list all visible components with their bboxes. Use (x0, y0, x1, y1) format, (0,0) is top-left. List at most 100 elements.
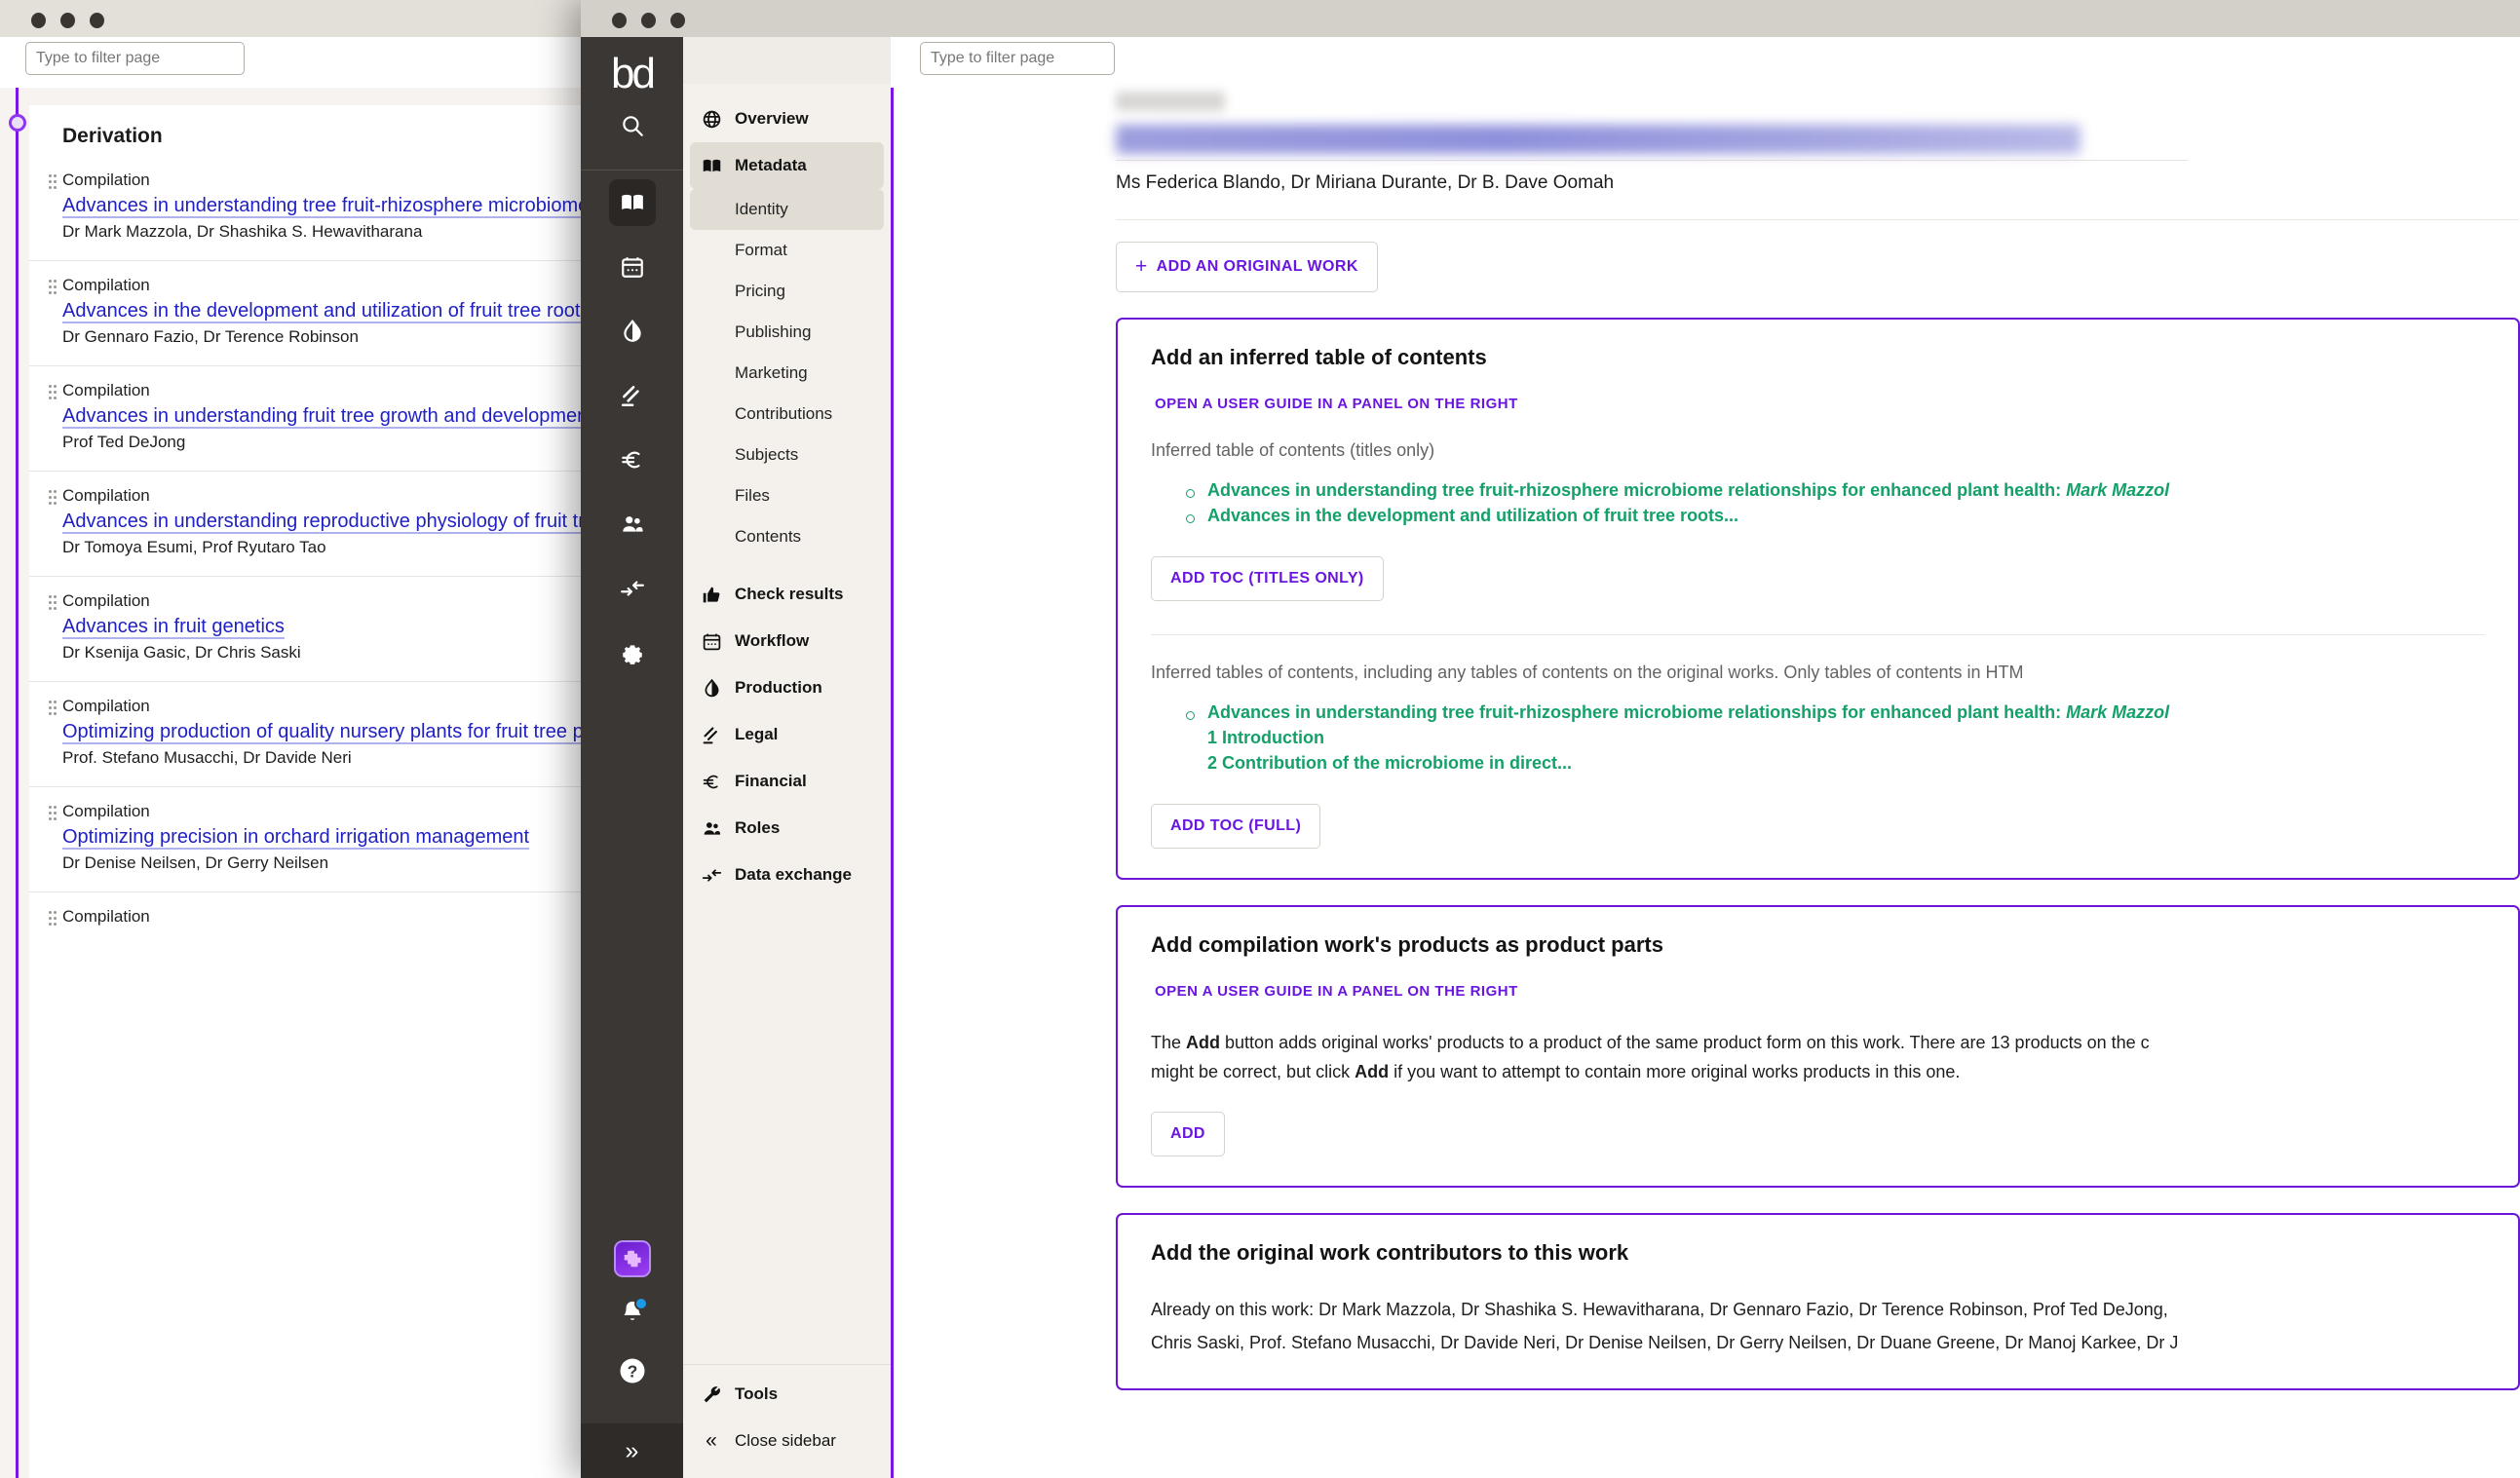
exchange-icon[interactable] (581, 556, 683, 621)
expand-icon[interactable]: » (581, 1423, 683, 1478)
gavel-icon[interactable] (581, 363, 683, 428)
para-part-1: The (1151, 1033, 1187, 1052)
calendar-icon (701, 630, 722, 652)
maximize-button[interactable] (670, 13, 685, 28)
toc-entry-author: Mark Mazzol (2066, 480, 2170, 500)
drag-handle-icon[interactable] (49, 174, 57, 190)
toc-entry-text: Advances in understanding tree fruit-rhi… (1207, 480, 2170, 500)
search-icon[interactable] (581, 94, 683, 158)
toc-child-entry: 2 Contribution of the microbiome in dire… (1207, 753, 1573, 773)
minimize-button[interactable] (641, 13, 656, 28)
para-bold-add-1: Add (1186, 1033, 1221, 1052)
nav-subitem-format[interactable]: Format (690, 230, 884, 271)
nav-gap (683, 557, 891, 571)
timeline-rail (16, 88, 19, 1478)
toc-full-label: Inferred tables of contents, including a… (1151, 663, 2024, 682)
para-bold-add-2: Add (1355, 1062, 1390, 1081)
page-filter-input[interactable] (920, 42, 1115, 75)
nav-item-metadata-label: Metadata (735, 156, 807, 174)
background-filter-input[interactable] (25, 42, 245, 75)
bell-icon[interactable] (619, 1297, 648, 1331)
nav-item-overview[interactable]: Overview (690, 95, 884, 142)
nav-item-financial[interactable]: Financial (690, 758, 884, 805)
para-part-4: if you want to attempt to contain more o… (1389, 1062, 1961, 1081)
drag-handle-icon[interactable] (49, 911, 57, 927)
people-icon (701, 817, 722, 839)
nav-item-data-exchange[interactable]: Data exchange (690, 852, 884, 898)
drag-handle-icon[interactable] (49, 385, 57, 400)
content-scroll-area[interactable]: Ms Federica Blando, Dr Miriana Durante, … (894, 88, 2520, 1478)
puzzle-icon[interactable] (613, 1240, 651, 1277)
nav-subitem-contents[interactable]: Contents (690, 516, 884, 557)
nav-subitem-publishing[interactable]: Publishing (690, 312, 884, 353)
card-title: Add the original work contributors to th… (1151, 1240, 1629, 1265)
close-button[interactable] (612, 13, 627, 28)
add-an-original-work-button[interactable]: + ADD AN ORIGINAL WORK (1116, 242, 1378, 292)
calendar-icon[interactable] (581, 235, 683, 299)
toc-titles-only-label: Inferred table of contents (titles only) (1151, 440, 1435, 460)
nav-item-roles[interactable]: Roles (690, 805, 884, 852)
drag-handle-icon[interactable] (49, 595, 57, 611)
nav-item-label: Roles (735, 818, 781, 837)
nav-item-check-results[interactable]: Check results (690, 571, 884, 618)
gavel-icon (701, 724, 722, 745)
drag-handle-icon[interactable] (49, 280, 57, 295)
icon-rail: bd ? » (581, 37, 683, 1478)
close-button[interactable] (31, 13, 46, 28)
open-user-guide-link[interactable]: OPEN A USER GUIDE IN A PANEL ON THE RIGH… (1155, 396, 1518, 412)
add-toc-full-label: ADD TOC (FULL) (1170, 817, 1302, 834)
nav-item-label: Data exchange (735, 865, 852, 884)
help-icon[interactable]: ? (618, 1356, 647, 1390)
nav-metadata-children: Identity Format Pricing Publishing Marketing… (683, 189, 891, 557)
gear-icon[interactable] (581, 621, 683, 685)
toc-titles-only-list: Advances in understanding tree fruit-rhi… (1184, 480, 2485, 526)
app-logo[interactable]: bd (611, 53, 656, 95)
maximize-button[interactable] (90, 13, 104, 28)
nav-subitem-label: Identity (735, 200, 788, 218)
add-button-label: ADD (1170, 1125, 1205, 1142)
add-button[interactable]: ADD (1151, 1112, 1225, 1156)
nav-subitem-label: Format (735, 241, 787, 259)
nav-item-workflow[interactable]: Workflow (690, 618, 884, 664)
add-toc-full-button[interactable]: ADD TOC (FULL) (1151, 804, 1321, 849)
product-parts-paragraph: The Add button adds original works' prod… (1151, 1028, 2485, 1086)
window-traffic-lights-front[interactable] (612, 13, 685, 28)
para-part-3: might be correct, but click (1151, 1062, 1355, 1081)
work-header (894, 88, 2520, 154)
globe-icon (701, 108, 722, 130)
contributors-line-2: Chris Saski, Prof. Stefano Musacchi, Dr … (1151, 1333, 2179, 1352)
toc-entry: Advances in the development and utilizat… (1184, 506, 2485, 526)
nav-subitem-identity[interactable]: Identity (690, 189, 884, 230)
nav-item-production[interactable]: Production (690, 664, 884, 711)
nav-item-close-sidebar[interactable]: « Close sidebar (690, 1418, 884, 1464)
minimize-button[interactable] (60, 13, 75, 28)
open-user-guide-link[interactable]: OPEN A USER GUIDE IN A PANEL ON THE RIGH… (1155, 983, 1518, 1000)
book-icon[interactable] (581, 171, 683, 235)
toc-entry: Advances in understanding tree fruit-rhi… (1184, 480, 2485, 501)
card-inferred-toc: Add an inferred table of contents OPEN A… (1116, 318, 2520, 880)
nav-item-legal[interactable]: Legal (690, 711, 884, 758)
nav-subitem-label: Marketing (735, 363, 808, 382)
window-traffic-lights[interactable] (31, 13, 104, 28)
drag-handle-icon[interactable] (49, 806, 57, 821)
people-icon[interactable] (581, 492, 683, 556)
nav-subitem-contributions[interactable]: Contributions (690, 394, 884, 435)
book-icon-chip (608, 179, 656, 226)
nav-subitem-subjects[interactable]: Subjects (690, 435, 884, 475)
toc-entry-text: Advances in the development and utilizat… (1207, 506, 1739, 525)
euro-icon[interactable] (581, 428, 683, 492)
nav-subitem-files[interactable]: Files (690, 475, 884, 516)
add-toc-titles-only-button[interactable]: ADD TOC (TITLES ONLY) (1151, 556, 1384, 601)
drag-handle-icon[interactable] (49, 490, 57, 506)
drag-handle-icon[interactable] (49, 701, 57, 716)
droplet-icon[interactable] (581, 299, 683, 363)
card-product-parts: Add compilation work's products as produ… (1116, 905, 2520, 1188)
card-title: Add an inferred table of contents (1151, 345, 1487, 369)
nav-item-metadata[interactable]: Metadata (690, 142, 884, 189)
nav-item-tools[interactable]: Tools (690, 1371, 884, 1418)
nav-subitem-pricing[interactable]: Pricing (690, 271, 884, 312)
nav-subitem-label: Files (735, 486, 770, 505)
timeline-dot (9, 114, 26, 132)
nav-subitem-marketing[interactable]: Marketing (690, 353, 884, 394)
toc-entry: Advances in understanding tree fruit-rhi… (1184, 702, 2485, 723)
